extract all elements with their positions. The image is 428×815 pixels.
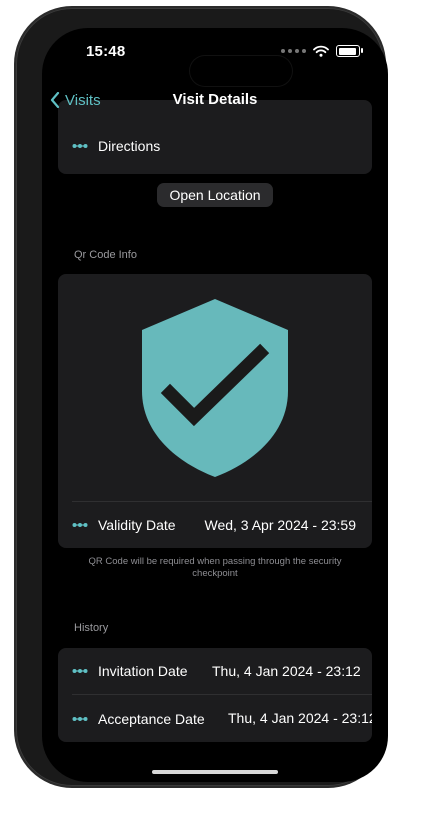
acceptance-date-value: Thu, 4 Jan 2024 - 23:12 (228, 710, 372, 726)
validity-label: Validity Date (98, 517, 176, 533)
invitation-date-value: Thu, 4 Jan 2024 - 23:12 (212, 663, 361, 679)
dots-icon (72, 716, 88, 721)
invitation-date-label: Invitation Date (98, 663, 188, 679)
cellular-icon (281, 49, 306, 53)
qr-card: Validity Date Wed, 3 Apr 2024 - 23:59 (58, 274, 372, 548)
qr-footnote: QR Code will be required when passing th… (88, 556, 342, 579)
dots-icon (72, 669, 88, 673)
battery-icon (336, 45, 363, 57)
wifi-icon (313, 45, 329, 57)
phone-frame: Directions Open Location Qr Code Info Va… (16, 8, 388, 786)
history-row-acceptance: Acceptance Date Thu, 4 Jan 2024 - 23:12 (58, 695, 372, 742)
qr-section-title: Qr Code Info (74, 249, 137, 261)
shield-check-icon (142, 299, 288, 477)
directions-label: Directions (98, 138, 161, 154)
validity-row: Validity Date Wed, 3 Apr 2024 - 23:59 (58, 502, 372, 548)
page-title: Visit Details (172, 91, 258, 108)
screen: Directions Open Location Qr Code Info Va… (42, 28, 388, 782)
history-section-title: History (74, 622, 109, 634)
validity-value: Wed, 3 Apr 2024 - 23:59 (204, 517, 356, 533)
home-indicator[interactable] (152, 770, 278, 774)
open-location-button[interactable]: Open Location (157, 183, 273, 207)
dots-icon (72, 523, 88, 527)
dots-icon (72, 144, 88, 148)
acceptance-date-label: Acceptance Date (98, 710, 205, 727)
status-icons (281, 45, 363, 57)
history-card: Invitation Date Thu, 4 Jan 2024 - 23:12 … (58, 648, 372, 742)
navigation-bar: Visits Visit Details (42, 80, 388, 120)
status-time: 15:48 (86, 43, 126, 60)
directions-row[interactable]: Directions (58, 126, 372, 166)
history-row-invitation: Invitation Date Thu, 4 Jan 2024 - 23:12 (58, 648, 372, 694)
